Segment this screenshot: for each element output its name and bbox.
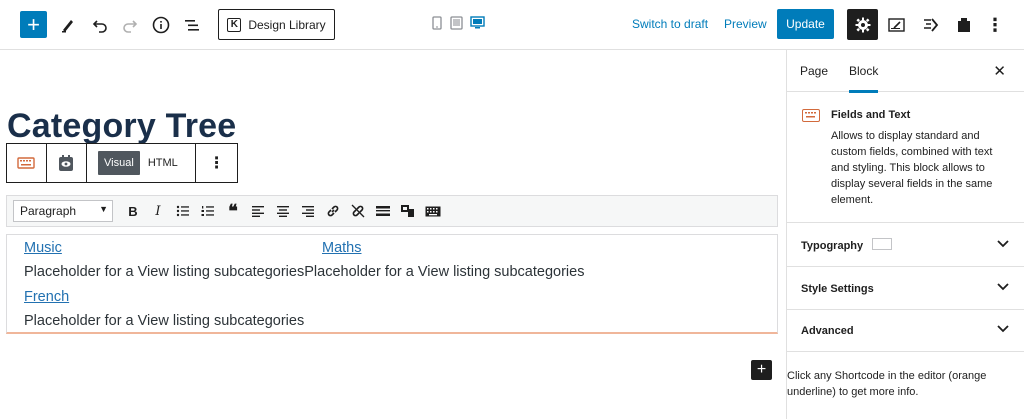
visual-tab[interactable]: Visual [98, 151, 140, 175]
subcategory-placeholder: Placeholder for a View listing subcatego… [304, 264, 585, 280]
editor-canvas: Category Tree Visual HTML ⋮ Paragraph ▼ … [0, 50, 786, 419]
design-library-icon: K [227, 17, 242, 32]
page-title[interactable]: Category Tree [7, 107, 236, 147]
category-row: Music [24, 240, 62, 256]
switch-to-draft-link[interactable]: Switch to draft [632, 17, 708, 31]
category-link-maths[interactable]: Maths [322, 240, 362, 256]
panel-title: Style Settings [801, 283, 874, 295]
tablet-preview-icon[interactable] [449, 16, 463, 30]
undo-icon[interactable] [88, 13, 112, 37]
toolset-fields-icon[interactable] [396, 200, 420, 222]
chevron-down-icon [997, 280, 1009, 294]
keyboard-icon[interactable] [421, 200, 445, 222]
close-icon[interactable]: ✕ [993, 62, 1006, 80]
bullet-list-icon[interactable] [171, 200, 195, 222]
blockquote-icon[interactable]: ❝ [221, 200, 245, 222]
update-button[interactable]: Update [777, 9, 834, 39]
align-left-icon[interactable] [246, 200, 270, 222]
shortcode-hint: Click any Shortcode in the editor (orang… [787, 370, 987, 398]
category-link-french[interactable]: French [24, 289, 69, 305]
classic-editor-toolbar: Paragraph ▼ B I ❝ [6, 195, 778, 227]
block-type-button[interactable] [7, 144, 47, 182]
add-block-button[interactable]: + [20, 11, 47, 38]
chevron-down-icon [997, 237, 1009, 251]
block-title: Fields and Text [831, 109, 911, 121]
info-icon[interactable] [149, 13, 173, 37]
mobile-preview-icon[interactable] [431, 16, 443, 30]
align-center-icon[interactable] [271, 200, 295, 222]
panel-title: Advanced [801, 325, 854, 337]
typography-swatch [872, 238, 892, 250]
tab-page[interactable]: Page [800, 64, 828, 78]
block-info-card: Fields and Text Allows to display standa… [787, 93, 1024, 223]
subcategory-row: Placeholder for a View listing subcatego… [24, 264, 584, 280]
visual-html-toggle: Visual HTML [87, 144, 197, 182]
tab-block[interactable]: Block [849, 64, 879, 93]
panel-title: Typography [801, 240, 864, 252]
align-right-icon[interactable] [296, 200, 320, 222]
more-options-button[interactable]: ⋮ [983, 13, 1007, 37]
settings-sidebar: Page Block ✕ Fields and Text Allows to d… [786, 50, 1024, 419]
format-select[interactable]: Paragraph ▼ [13, 200, 113, 222]
remove-link-icon[interactable] [346, 200, 370, 222]
panel-typography[interactable]: Typography [787, 225, 1024, 267]
block-inserter-button[interactable]: + [751, 360, 772, 380]
preview-link[interactable]: Preview [724, 17, 767, 31]
block-description: Allows to display standard and custom fi… [831, 130, 993, 206]
toolset-icon[interactable] [952, 13, 976, 37]
block-toolbar: Visual HTML ⋮ [6, 143, 238, 183]
subcategory-placeholder: Placeholder for a View listing subcatego… [24, 313, 305, 329]
numbered-list-icon[interactable] [196, 200, 220, 222]
edit-pencil-icon[interactable] [56, 13, 80, 37]
design-library-label: Design Library [248, 17, 326, 32]
gear-icon [855, 17, 870, 32]
subcategory-row: Placeholder for a View listing subcatego… [24, 313, 304, 329]
category-link-music[interactable]: Music [24, 240, 62, 256]
block-more-options-button[interactable]: ⋮ [196, 144, 237, 182]
editor-content-area[interactable]: Music Maths Placeholder for a View listi… [6, 234, 778, 334]
insert-link-icon[interactable] [321, 200, 345, 222]
fields-keyboard-icon [802, 109, 820, 122]
chevron-down-icon [997, 322, 1009, 336]
read-more-icon[interactable] [371, 200, 395, 222]
fields-keyboard-icon [17, 157, 36, 169]
category-row: French [24, 289, 69, 305]
top-toolbar: + K Design Library Switch to draft Previ… [0, 0, 1024, 50]
subcategory-placeholder: Placeholder for a View listing subcatego… [24, 264, 305, 280]
category-row: Maths [322, 240, 362, 256]
design-library-button[interactable]: K Design Library [218, 9, 335, 40]
italic-icon[interactable]: I [146, 200, 170, 222]
edit-template-icon[interactable] [885, 13, 909, 37]
redo-icon[interactable] [118, 13, 142, 37]
outline-list-icon[interactable] [180, 13, 204, 37]
sidebar-tabs: Page Block ✕ [787, 50, 1024, 93]
bold-icon[interactable]: B [121, 200, 145, 222]
html-tab[interactable]: HTML [140, 151, 186, 175]
desktop-preview-icon[interactable] [469, 16, 485, 30]
panel-style-settings[interactable]: Style Settings [787, 268, 1024, 310]
chevron-down-icon: ▼ [99, 204, 108, 214]
format-select-value: Paragraph [20, 204, 77, 218]
panel-advanced[interactable]: Advanced [787, 310, 1024, 352]
performance-icon[interactable] [919, 13, 943, 37]
view-preview-button[interactable] [47, 144, 87, 182]
eye-icon [59, 155, 74, 171]
settings-gear-button[interactable] [847, 9, 878, 40]
